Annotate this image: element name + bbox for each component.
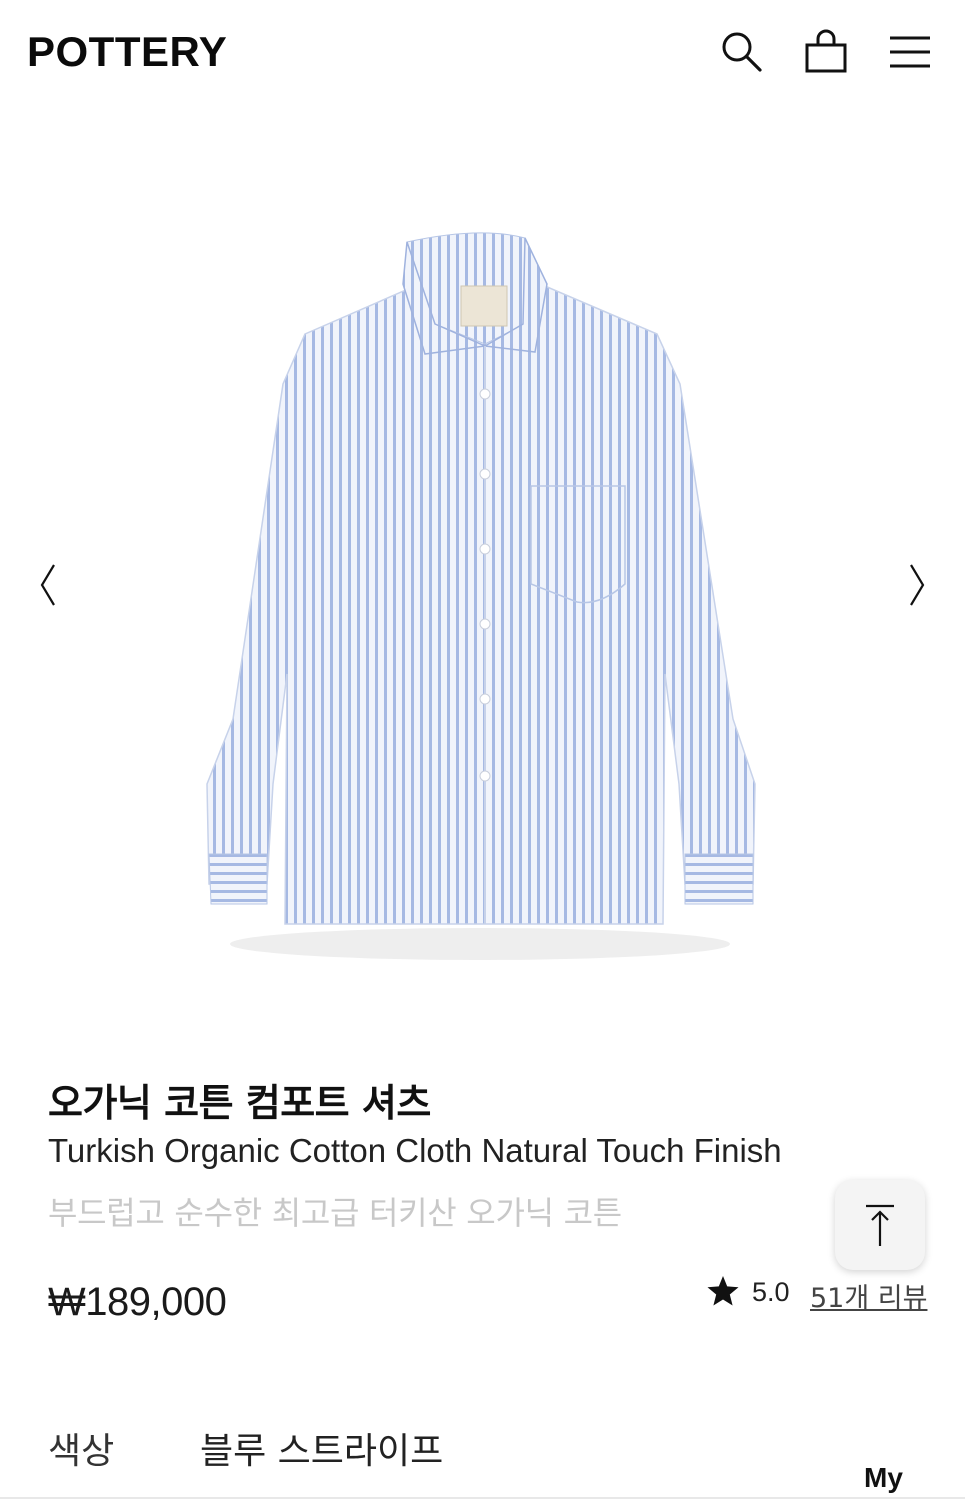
header: POTTERY (0, 0, 965, 104)
arrow-up-icon (866, 1204, 894, 1246)
search-button[interactable] (718, 28, 766, 76)
review-count-link[interactable]: 51개 리뷰 (810, 1276, 927, 1315)
color-option-value[interactable]: 블루 스트라이프 (200, 1422, 443, 1474)
product-page: POTTERY 오가닉 코튼 컴포트 셔츠 Turkish Organic Co… (0, 0, 965, 1500)
gallery-prev-button[interactable] (30, 559, 66, 611)
product-image[interactable] (195, 224, 765, 964)
color-option-label: 색상 (48, 1431, 115, 1472)
brand-logo[interactable]: POTTERY (27, 28, 227, 76)
product-title: 오가닉 코튼 컴포트 셔츠 (48, 1081, 431, 1125)
shopping-bag-icon (805, 29, 847, 73)
chevron-right-icon (910, 564, 925, 606)
color-option-row: 색상 블루 스트라이프 (0, 1410, 965, 1480)
chevron-left-icon (40, 564, 55, 606)
divider (0, 1497, 965, 1499)
product-subtitle: Turkish Organic Cotton Cloth Natural Tou… (48, 1132, 782, 1169)
hamburger-menu-icon (890, 36, 930, 68)
gallery-next-button[interactable] (899, 559, 935, 611)
product-price: ₩189,000 (48, 1280, 227, 1324)
scroll-to-top-button[interactable] (835, 1180, 925, 1270)
menu-button[interactable] (886, 28, 934, 76)
product-tagline: 부드럽고 순수한 최고급 터키산 오가닉 코튼 (48, 1194, 622, 1232)
star-icon (706, 1274, 740, 1308)
my-page-link[interactable]: My (864, 1462, 903, 1494)
search-icon (722, 32, 762, 72)
rating-value: 5.0 (752, 1277, 790, 1307)
shopping-bag-button[interactable] (802, 28, 850, 76)
striped-shirt-image (206, 232, 756, 960)
product-gallery (0, 104, 965, 1060)
